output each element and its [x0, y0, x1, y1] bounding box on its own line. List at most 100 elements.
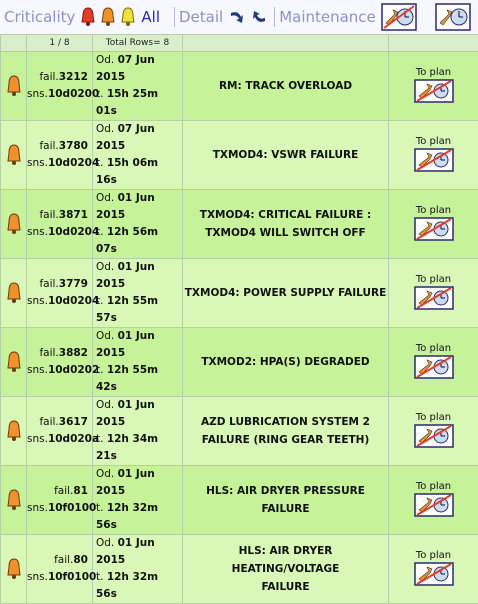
table-row[interactable]: fail.3780sns.10d0204Od. 07 Jun 2015t. 15…: [1, 121, 478, 190]
to-plan-cell[interactable]: To plan: [389, 190, 478, 259]
sns-code: 10d0204: [48, 226, 99, 238]
alarm-message-line1: TXMOD4: POWER SUPPLY FAILURE: [185, 287, 387, 299]
to-plan-icon[interactable]: [414, 79, 454, 103]
to-plan-cell[interactable]: To plan: [389, 535, 478, 604]
time-prefix: t.: [96, 295, 103, 307]
orange-bell-icon: [1, 259, 27, 328]
alarm-id: fail.3617sns.10d020a: [27, 397, 93, 466]
red-bell-icon[interactable]: [79, 6, 97, 28]
to-plan-cell[interactable]: To plan: [389, 466, 478, 535]
alarm-time: 12h 55m 57s: [96, 295, 158, 324]
to-plan-cell[interactable]: To plan: [389, 52, 478, 121]
table-row[interactable]: fail.3779sns.10d0204Od. 01 Jun 2015t. 12…: [1, 259, 478, 328]
to-plan-cell[interactable]: To plan: [389, 397, 478, 466]
time-prefix: t.: [96, 571, 103, 583]
table-row[interactable]: fail.3617sns.10d020aOd. 01 Jun 2015t. 12…: [1, 397, 478, 466]
page-indicator[interactable]: 1 / 8: [27, 35, 93, 52]
time-prefix: t.: [96, 502, 103, 514]
to-plan-label: To plan: [389, 550, 478, 562]
to-plan-icon[interactable]: [414, 493, 454, 517]
sns-prefix: sns.: [27, 88, 48, 100]
sns-prefix: sns.: [27, 157, 48, 169]
alarm-datetime: Od. 01 Jun 2015t. 12h 32m 56s: [93, 535, 183, 604]
fail-prefix: fail.: [39, 347, 58, 359]
fail-prefix: fail.: [39, 140, 58, 152]
alarm-id: fail.81sns.10f0100: [27, 466, 93, 535]
alarm-message: HLS: AIR DRYER HEATING/VOLTAGEFAILURE: [183, 535, 389, 604]
to-plan-icon[interactable]: [414, 217, 454, 241]
table-row[interactable]: fail.3882sns.10d0202Od. 01 Jun 2015t. 12…: [1, 328, 478, 397]
table-row[interactable]: fail.80sns.10f0100Od. 01 Jun 2015t. 12h …: [1, 535, 478, 604]
alarm-time: 15h 25m 01s: [96, 88, 158, 117]
to-plan-icon[interactable]: [414, 286, 454, 310]
time-prefix: t.: [96, 88, 103, 100]
maintenance-planned-icon[interactable]: [435, 3, 471, 31]
sns-code: 10d020a: [48, 433, 99, 445]
to-plan-label: To plan: [389, 136, 478, 148]
sns-prefix: sns.: [27, 295, 48, 307]
maintenance-plan-icon[interactable]: [381, 3, 417, 31]
toolbar: Criticality All Detail Maintenance: [0, 0, 478, 34]
to-plan-label: To plan: [389, 205, 478, 217]
expand-arrow-icon[interactable]: [228, 8, 246, 26]
sns-prefix: sns.: [27, 571, 48, 583]
sns-code: 10f0100: [48, 502, 96, 514]
orange-bell-icon: [1, 121, 27, 190]
yellow-bell-icon[interactable]: [119, 6, 137, 28]
to-plan-icon[interactable]: [414, 148, 454, 172]
to-plan-cell[interactable]: To plan: [389, 121, 478, 190]
alarm-message-line1: RM: TRACK OVERLOAD: [219, 80, 352, 92]
alarm-id: fail.3212sns.10d0200: [27, 52, 93, 121]
collapse-arrow-icon[interactable]: [250, 8, 268, 26]
orange-bell-icon: [1, 190, 27, 259]
to-plan-icon[interactable]: [414, 355, 454, 379]
date-prefix: Od.: [96, 399, 114, 411]
alarm-message: RM: TRACK OVERLOAD: [183, 52, 389, 121]
alarm-datetime: Od. 01 Jun 2015t. 12h 55m 42s: [93, 328, 183, 397]
maintenance-label: Maintenance: [279, 8, 376, 26]
alarm-id: fail.3871sns.10d0204: [27, 190, 93, 259]
to-plan-icon[interactable]: [414, 424, 454, 448]
header-plan: [389, 35, 478, 52]
fail-code: 3882: [59, 347, 88, 359]
table-row[interactable]: fail.3212sns.10d0200Od. 07 Jun 2015t. 15…: [1, 52, 478, 121]
date-prefix: Od.: [96, 123, 114, 135]
fail-code: 3780: [59, 140, 88, 152]
alarm-message-line2: TXMOD4 WILL SWITCH OFF: [205, 227, 365, 239]
to-plan-cell[interactable]: To plan: [389, 259, 478, 328]
total-rows: Total Rows= 8: [93, 35, 183, 52]
alarm-time: 15h 06m 16s: [96, 157, 158, 186]
table-row[interactable]: fail.81sns.10f0100Od. 01 Jun 2015t. 12h …: [1, 466, 478, 535]
alarm-datetime: Od. 01 Jun 2015t. 12h 34m 21s: [93, 397, 183, 466]
separator: [174, 7, 175, 27]
all-link[interactable]: All: [141, 8, 160, 26]
to-plan-cell[interactable]: To plan: [389, 328, 478, 397]
criticality-label: Criticality: [4, 8, 75, 26]
orange-bell-icon: [1, 466, 27, 535]
sns-code: 10d0200: [48, 88, 99, 100]
fail-prefix: fail.: [39, 209, 58, 221]
separator: [274, 7, 275, 27]
alarm-datetime: Od. 07 Jun 2015t. 15h 25m 01s: [93, 52, 183, 121]
time-prefix: t.: [96, 364, 103, 376]
alarm-message: HLS: AIR DRYER PRESSURE FAILURE: [183, 466, 389, 535]
alarm-message-line1: TXMOD2: HPA(S) DEGRADED: [201, 356, 369, 368]
orange-bell-icon[interactable]: [99, 6, 117, 28]
fail-prefix: fail.: [39, 71, 58, 83]
sns-prefix: sns.: [27, 433, 48, 445]
alarm-id: fail.3779sns.10d0204: [27, 259, 93, 328]
orange-bell-icon: [1, 328, 27, 397]
sns-prefix: sns.: [27, 226, 48, 238]
to-plan-icon[interactable]: [414, 562, 454, 586]
orange-bell-icon: [1, 535, 27, 604]
to-plan-label: To plan: [389, 412, 478, 424]
table-row[interactable]: fail.3871sns.10d0204Od. 01 Jun 2015t. 12…: [1, 190, 478, 259]
alarm-datetime: Od. 01 Jun 2015t. 12h 55m 57s: [93, 259, 183, 328]
sns-code: 10d0202: [48, 364, 99, 376]
header-message: [183, 35, 389, 52]
fail-prefix: fail.: [39, 416, 58, 428]
sns-prefix: sns.: [27, 502, 48, 514]
alarm-message-line2: FAILURE (RING GEAR TEETH): [202, 434, 370, 446]
alarm-message: AZD LUBRICATION SYSTEM 2FAILURE (RING GE…: [183, 397, 389, 466]
fail-code: 3779: [59, 278, 88, 290]
